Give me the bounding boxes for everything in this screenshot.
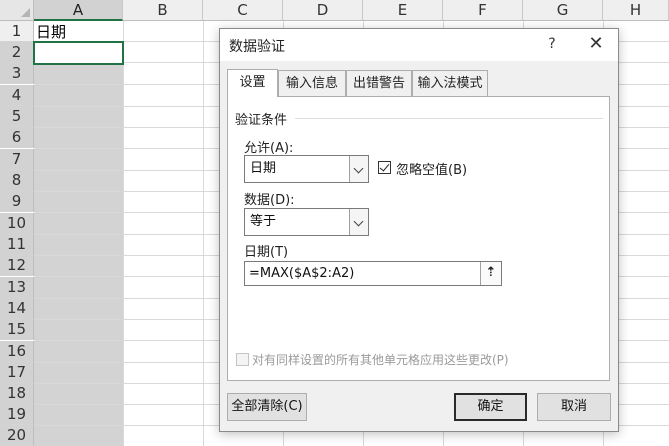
date-formula-input[interactable]: =MAX($A$2:A2) ⇡: [244, 261, 502, 286]
row-header[interactable]: 15: [0, 319, 34, 340]
group-divider: [295, 118, 603, 119]
row-header[interactable]: 11: [0, 234, 34, 255]
help-button[interactable]: ?: [542, 34, 562, 54]
allow-select[interactable]: 日期: [244, 155, 369, 183]
row-header[interactable]: 7: [0, 149, 34, 170]
row-header[interactable]: 2: [0, 42, 34, 63]
cell-a1[interactable]: 日期: [36, 22, 66, 42]
row-header[interactable]: 12: [0, 255, 34, 276]
row-header[interactable]: 6: [0, 127, 34, 148]
tab-ime-mode[interactable]: 输入法模式: [412, 70, 488, 96]
close-button[interactable]: ✕: [584, 33, 608, 55]
tab-error-alert[interactable]: 出错警告: [346, 70, 412, 96]
ignore-blank-checkbox[interactable]: [378, 161, 391, 174]
dialog-title: 数据验证: [229, 39, 285, 55]
cancel-button[interactable]: 取消: [537, 393, 611, 421]
date-label: 日期(T): [244, 245, 289, 260]
data-label: 数据(D):: [244, 193, 295, 208]
collapse-ref-icon[interactable]: ⇡: [480, 262, 501, 285]
row-header[interactable]: 19: [0, 404, 34, 425]
tab-input-message[interactable]: 输入信息: [278, 70, 346, 96]
column-header-g[interactable]: G: [523, 0, 603, 21]
date-formula-value: =MAX($A$2:A2): [249, 266, 355, 281]
column-header-e[interactable]: E: [363, 0, 443, 21]
apply-all-label: 对有同样设置的所有其他单元格应用这些更改(P): [252, 353, 509, 367]
data-select-value: 等于: [250, 214, 277, 229]
column-header-c[interactable]: C: [203, 0, 283, 21]
clear-all-button[interactable]: 全部清除(C): [227, 393, 307, 421]
row-header[interactable]: 18: [0, 383, 34, 404]
row-header[interactable]: 10: [0, 213, 34, 234]
ok-button[interactable]: 确定: [454, 393, 527, 421]
row-header[interactable]: 4: [0, 85, 34, 106]
row-header[interactable]: 17: [0, 362, 34, 383]
chevron-down-icon[interactable]: [349, 156, 368, 182]
row-header[interactable]: 20: [0, 425, 34, 446]
validation-criteria-label: 验证条件: [235, 113, 288, 128]
allow-select-value: 日期: [250, 161, 277, 176]
ignore-blank-label[interactable]: 忽略空值(B): [396, 159, 467, 178]
chevron-down-icon[interactable]: [349, 209, 368, 235]
dialog-title-bar[interactable]: 数据验证 ? ✕: [220, 29, 618, 61]
row-header[interactable]: 9: [0, 191, 34, 212]
apply-all-checkbox[interactable]: [236, 353, 249, 366]
row-header[interactable]: 5: [0, 106, 34, 127]
row-header[interactable]: 1: [0, 21, 34, 42]
column-header-h[interactable]: H: [603, 0, 669, 21]
column-header-b[interactable]: B: [123, 0, 203, 21]
row-header[interactable]: 13: [0, 277, 34, 298]
select-all-corner[interactable]: [0, 0, 34, 21]
allow-label: 允许(A):: [244, 141, 294, 156]
row-header[interactable]: 14: [0, 298, 34, 319]
row-header[interactable]: 3: [0, 63, 34, 84]
active-cell-a2[interactable]: [33, 41, 124, 65]
column-header-d[interactable]: D: [283, 0, 363, 21]
column-header-f[interactable]: F: [443, 0, 523, 21]
data-select[interactable]: 等于: [244, 208, 369, 236]
tab-settings[interactable]: 设置: [227, 69, 278, 97]
row-header[interactable]: 16: [0, 341, 34, 362]
row-header[interactable]: 8: [0, 170, 34, 191]
column-header-a[interactable]: A: [34, 0, 123, 21]
data-validation-dialog: 数据验证 ? ✕ 设置 输入信息 出错警告 输入法模式 验证条件 允许(A): …: [219, 28, 619, 432]
